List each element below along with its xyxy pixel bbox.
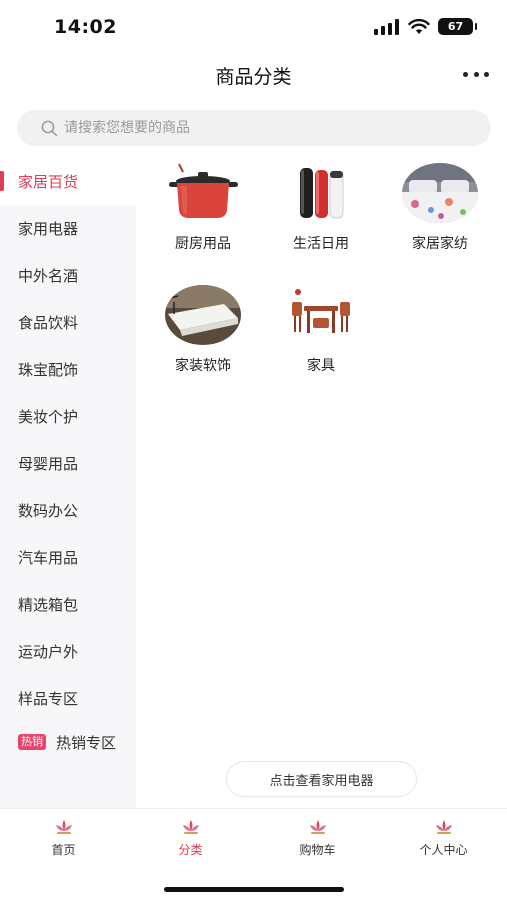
lotus-icon xyxy=(55,820,72,834)
sidebar-item-baby[interactable]: 母婴用品 xyxy=(0,440,136,487)
tab-home[interactable]: 首页 xyxy=(0,817,127,858)
hot-badge: 热销 xyxy=(18,734,46,750)
wifi-icon xyxy=(408,18,430,34)
sidebar-item-liquor[interactable]: 中外名酒 xyxy=(0,252,136,299)
battery-level: 67 xyxy=(447,20,464,33)
subcategory-daily-use[interactable]: 生活日用 xyxy=(266,160,376,253)
subcategory-label: 生活日用 xyxy=(293,236,349,252)
more-dot-icon xyxy=(463,71,468,77)
tab-label: 个人中心 xyxy=(419,843,468,857)
tab-category[interactable]: 分类 xyxy=(127,817,254,858)
sidebar-item-label: 美妆个护 xyxy=(18,408,79,426)
subcategory-textiles[interactable]: 家居家纺 xyxy=(385,160,495,253)
status-bar: 14:02 67 xyxy=(0,0,507,56)
tab-label: 购物车 xyxy=(299,843,336,857)
subcategory-soft-decor[interactable]: 家装软饰 xyxy=(148,282,258,375)
subcategory-label: 家居家纺 xyxy=(412,236,468,252)
sidebar-item-food-drinks[interactable]: 食品饮料 xyxy=(0,299,136,346)
thermos-icon xyxy=(282,160,360,226)
subcategory-label: 厨房用品 xyxy=(175,236,231,252)
sidebar-item-hot-sale[interactable]: 热销 热销专区 xyxy=(0,722,136,790)
sidebar-item-beauty[interactable]: 美妆个护 xyxy=(0,393,136,440)
lotus-icon xyxy=(435,820,452,834)
more-options-button[interactable] xyxy=(463,64,489,84)
sidebar-item-jewelry[interactable]: 珠宝配饰 xyxy=(0,346,136,393)
sidebar-item-label: 热销专区 xyxy=(56,734,117,752)
sidebar-item-label: 母婴用品 xyxy=(18,455,79,473)
sidebar-item-label: 运动户外 xyxy=(18,643,79,661)
sidebar-item-home-appliances[interactable]: 家用电器 xyxy=(0,205,136,252)
sidebar-item-auto[interactable]: 汽车用品 xyxy=(0,534,136,581)
sidebar-item-label: 精选箱包 xyxy=(18,596,79,614)
tab-cart[interactable]: 购物车 xyxy=(254,817,381,858)
lotus-icon xyxy=(182,820,199,834)
status-time: 14:02 xyxy=(54,16,117,38)
sidebar-item-label: 珠宝配饰 xyxy=(18,361,79,379)
subcategory-label: 家装软饰 xyxy=(175,358,231,374)
signal-icon xyxy=(374,18,399,35)
battery-icon: 67 xyxy=(438,18,477,35)
sidebar-item-home-goods[interactable]: 家居百货 xyxy=(0,158,136,205)
tab-profile[interactable]: 个人中心 xyxy=(380,817,507,858)
pot-icon xyxy=(164,160,242,226)
sidebar-item-samples[interactable]: 样品专区 xyxy=(0,675,136,722)
sidebar-item-outdoor[interactable]: 运动户外 xyxy=(0,628,136,675)
search-input[interactable] xyxy=(64,120,464,136)
sidebar-item-digital-office[interactable]: 数码办公 xyxy=(0,487,136,534)
tab-label: 分类 xyxy=(178,843,203,857)
sidebar-item-label: 汽车用品 xyxy=(18,549,79,567)
sidebar-item-label: 家用电器 xyxy=(18,220,79,238)
subcategory-kitchen[interactable]: 厨房用品 xyxy=(148,160,258,253)
nav-bar: 商品分类 xyxy=(0,56,507,94)
sidebar-item-label: 中外名酒 xyxy=(18,267,79,285)
search-bar[interactable] xyxy=(17,110,491,146)
status-icons: 67 xyxy=(374,18,477,35)
sidebar-item-label: 数码办公 xyxy=(18,502,79,520)
subcategory-label: 家具 xyxy=(307,358,335,374)
search-icon xyxy=(41,120,58,136)
more-dot-icon xyxy=(473,71,479,77)
category-content: 厨房用品 生活日用 家居家纺 家装软饰 家具 点击查看家用电器 xyxy=(136,158,507,808)
category-sidebar: 家居百货 家用电器 中外名酒 食品饮料 珠宝配饰 美妆个护 母婴用品 数码办公 … xyxy=(0,158,136,808)
furniture-icon xyxy=(282,282,360,348)
home-indicator xyxy=(164,887,344,892)
bedding-icon xyxy=(401,160,479,226)
sidebar-item-label: 食品饮料 xyxy=(18,314,79,332)
page-title: 商品分类 xyxy=(215,66,292,88)
subcategory-furniture[interactable]: 家具 xyxy=(266,282,376,375)
sidebar-item-label: 家居百货 xyxy=(18,173,79,191)
sidebar-item-bags[interactable]: 精选箱包 xyxy=(0,581,136,628)
view-appliances-button[interactable]: 点击查看家用电器 xyxy=(226,761,417,797)
bed-frame-icon xyxy=(164,282,242,348)
sidebar-item-label: 样品专区 xyxy=(18,690,79,708)
more-dot-icon xyxy=(484,71,489,77)
lotus-icon xyxy=(309,820,326,834)
tab-label: 首页 xyxy=(51,843,76,857)
